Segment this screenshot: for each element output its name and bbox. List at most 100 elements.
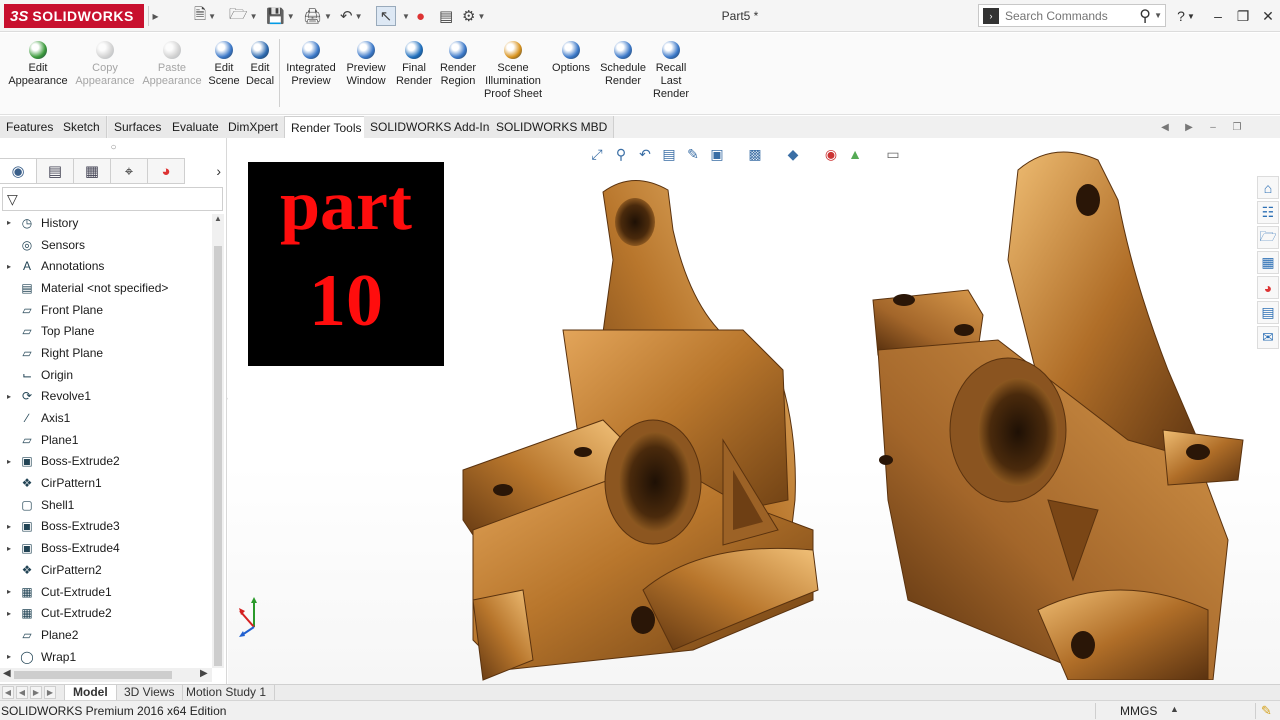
propertymanager-icon[interactable]: ▤ (37, 158, 74, 184)
render-region-button[interactable]: Render Region (437, 41, 479, 88)
tree-item[interactable]: ▸ ▦ Cut-Extrude1 (0, 581, 212, 603)
scroll-left-icon[interactable]: ◀ (3, 668, 11, 679)
file-explorer-icon[interactable]: 🗁 (1257, 226, 1279, 249)
tree-vertical-scrollbar[interactable]: ▲ (212, 214, 224, 668)
viewport-restore-icon[interactable]: ❐ (1230, 120, 1244, 134)
previous-view-icon[interactable]: ↶ (636, 145, 654, 163)
scroll-right-icon[interactable]: ▶ (200, 668, 208, 679)
tree-item[interactable]: ▸ ◷ History (0, 212, 212, 234)
edit-decal-button[interactable]: Edit Decal (244, 41, 276, 88)
select-dropdown-icon[interactable]: ▼ (400, 6, 410, 26)
tree-item[interactable]: ▸ ▣ Boss-Extrude3 (0, 516, 212, 538)
viewport-minimize-icon[interactable]: – (1206, 120, 1220, 134)
view-orientation-icon[interactable]: ▣ (708, 145, 726, 163)
expand-arrow-icon[interactable]: ▸ (0, 218, 18, 227)
tree-item[interactable]: ▤ Material <not specified> (0, 277, 212, 299)
expand-arrow-icon[interactable]: ▸ (0, 652, 18, 661)
zoom-to-area-icon[interactable]: ⚲ (612, 145, 630, 163)
undo-icon[interactable]: ↶ ▼ (340, 6, 363, 26)
expand-arrow-icon[interactable]: ▸ (0, 392, 18, 401)
filter-funnel-icon[interactable]: ▽ (7, 191, 18, 208)
scene-illumination-button[interactable]: Scene Illumination Proof Sheet (481, 41, 545, 101)
minimize-button[interactable]: – (1206, 6, 1230, 26)
tree-item[interactable]: ◎ Sensors (0, 234, 212, 256)
select-cursor-icon[interactable]: ↖ (376, 6, 396, 26)
tab-features[interactable]: Features (0, 116, 61, 138)
section-view-icon[interactable]: ▤ (660, 145, 678, 163)
tree-item[interactable]: ▱ Front Plane (0, 299, 212, 321)
scroll-up-icon[interactable]: ▲ (212, 214, 224, 226)
file-properties-icon[interactable]: ▤ (439, 6, 453, 26)
open-folder-icon[interactable]: 🗁 ▼ (229, 6, 258, 26)
hide-show-items-icon[interactable]: ◆ (784, 145, 802, 163)
close-button[interactable]: ✕ (1256, 6, 1280, 26)
apply-scene-icon[interactable]: ▲ (846, 145, 864, 163)
render-options-button[interactable]: Options (549, 41, 593, 75)
horizontal-scroll-thumb[interactable] (14, 671, 172, 679)
expand-arrow-icon[interactable]: ▸ (0, 587, 18, 596)
part-render-front[interactable] (443, 170, 823, 682)
appearances-scenes-icon[interactable]: ◕ (1257, 276, 1279, 299)
tree-horizontal-scrollbar[interactable]: ◀ ▶ (0, 668, 212, 682)
first-tab-icon[interactable]: ◀ (2, 686, 14, 699)
configurationmanager-icon[interactable]: ▦ (74, 158, 111, 184)
search-commands-box[interactable]: › ⚲ ▼ (978, 4, 1166, 27)
next-tab-icon[interactable]: ▶ (30, 686, 42, 699)
view-tab-motion-study-1[interactable]: Motion Study 1 (178, 685, 276, 701)
menu-expand-arrow-icon[interactable]: ▸ (148, 6, 162, 26)
tree-filter[interactable]: ▽ (2, 187, 223, 211)
display-style-icon[interactable]: ▩ (746, 145, 764, 163)
solidworks-forum-icon[interactable]: ✉ (1257, 326, 1279, 349)
print-icon[interactable]: 🖨 ▼ (303, 6, 332, 26)
edit-appearance-hud-icon[interactable]: ◉ (822, 145, 840, 163)
tree-item[interactable]: ▱ Right Plane (0, 342, 212, 364)
tree-item[interactable]: ❖ CirPattern2 (0, 559, 212, 581)
options-gear-icon[interactable]: ⚙ ▼ (462, 6, 485, 26)
unit-system-dropdown-icon[interactable]: ▲ (1170, 704, 1179, 714)
tab-scroll-left-icon[interactable]: ◀ (1158, 120, 1172, 134)
new-document-icon[interactable]: 🗎 ▼ (194, 6, 216, 26)
schedule-render-button[interactable]: Schedule Render (597, 41, 649, 88)
tree-item[interactable]: ❖ CirPattern1 (0, 472, 212, 494)
expand-arrow-icon[interactable]: ▸ (0, 609, 18, 618)
tab-dimxpert[interactable]: DimXpert (222, 116, 286, 138)
paste-appearance-button[interactable]: Paste Appearance (140, 41, 204, 88)
help-button[interactable]: ? ▼ (1172, 6, 1200, 26)
solidworks-logo[interactable]: 3S SOLIDWORKS (4, 4, 144, 28)
featuremanager-icon[interactable]: ◉ (0, 158, 37, 184)
view-tab-3d-views[interactable]: 3D Views (116, 685, 184, 701)
tab-solidworks-add-ins[interactable]: SOLIDWORKS Add-Ins (364, 116, 503, 138)
graphics-area[interactable]: ⤢ ⚲ ↶ ▤ ✎ ▣ ▩ ◆ ◉ ▲ ▭ part 10 ⌂ ☷ 🗁 ▦ ◕ … (228, 138, 1280, 684)
custom-properties-icon[interactable]: ▤ (1257, 301, 1279, 324)
edit-scene-button[interactable]: Edit Scene (206, 41, 242, 88)
tree-item[interactable]: ▱ Plane2 (0, 624, 212, 646)
view-palette-icon[interactable]: ▦ (1257, 251, 1279, 274)
tree-item[interactable]: ▸ ▣ Boss-Extrude2 (0, 451, 212, 473)
edit-appearance-button[interactable]: Edit Appearance (6, 41, 70, 88)
save-icon[interactable]: 💾 ▼ (266, 6, 295, 26)
zoom-to-fit-icon[interactable]: ⤢ (588, 145, 606, 163)
expand-arrow-icon[interactable]: ▸ (0, 544, 18, 553)
view-tab-model[interactable]: Model (64, 685, 117, 701)
recall-render-button[interactable]: Recall Last Render (651, 41, 691, 101)
expand-arrow-icon[interactable]: ▸ (0, 457, 18, 466)
unit-system[interactable]: MMGS (1120, 704, 1157, 718)
tree-item[interactable]: ▸ A Annotations (0, 255, 212, 277)
tree-item[interactable]: ▸ ⟳ Revolve1 (0, 386, 212, 408)
panel-grip-icon[interactable]: ○ (0, 138, 227, 156)
tab-sketch[interactable]: Sketch (57, 116, 107, 138)
final-render-button[interactable]: Final Render (393, 41, 435, 88)
dimxpert-icon[interactable]: ⌖ (111, 158, 148, 184)
expand-arrow-icon[interactable]: ▸ (0, 262, 18, 271)
dynamic-annotation-icon[interactable]: ✎ (684, 145, 702, 163)
integrated-preview-button[interactable]: Integrated Preview (283, 41, 339, 88)
search-input[interactable] (1005, 8, 1125, 23)
tab-solidworks-mbd[interactable]: SOLIDWORKS MBD (490, 116, 615, 138)
prev-tab-icon[interactable]: ◀ (16, 686, 28, 699)
copy-appearance-button[interactable]: Copy Appearance (74, 41, 136, 88)
tree-item[interactable]: ▱ Top Plane (0, 320, 212, 342)
solidworks-resources-icon[interactable]: ⌂ (1257, 176, 1279, 199)
search-icon[interactable]: ⚲ (1139, 6, 1151, 26)
tree-item[interactable]: ▸ ▦ Cut-Extrude2 (0, 602, 212, 624)
rebuild-status-icon[interactable]: ✎ (1261, 703, 1272, 719)
